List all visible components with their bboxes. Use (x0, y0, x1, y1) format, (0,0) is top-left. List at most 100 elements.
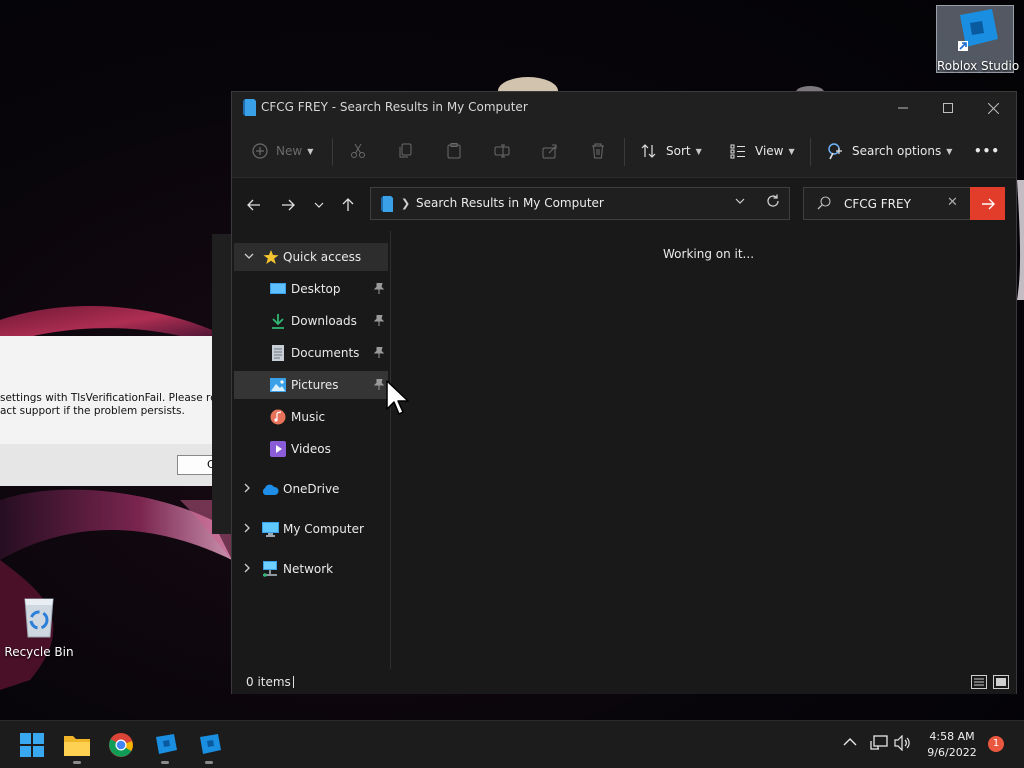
more-options-button[interactable]: ••• (974, 136, 1000, 166)
speaker-icon (894, 734, 910, 752)
show-hidden-icons-button[interactable] (843, 735, 857, 751)
network-tray-button[interactable] (870, 735, 888, 755)
view-label: View (755, 144, 784, 158)
sidebar-item-downloads[interactable]: Downloads (234, 307, 388, 335)
close-icon (987, 102, 999, 114)
start-button[interactable] (18, 731, 46, 759)
background-error-dialog: settings with TlsVerificationFail. Pleas… (0, 336, 222, 486)
back-button[interactable] (242, 193, 266, 217)
rename-button[interactable] (494, 136, 510, 166)
chevron-right-icon[interactable] (244, 563, 250, 576)
copy-button[interactable] (398, 136, 414, 166)
arrow-right-icon (282, 199, 295, 211)
chevron-down-icon (314, 202, 324, 208)
sidebar-label-downloads: Downloads (291, 314, 357, 328)
sidebar-item-network[interactable]: Network (234, 555, 388, 583)
sidebar-item-desktop[interactable]: Desktop (234, 275, 388, 303)
share-button[interactable] (542, 136, 558, 166)
search-results-icon (381, 196, 393, 215)
taskbar-chrome[interactable] (107, 731, 135, 759)
navigation-bar: ❯ Search Results in My Computer ✕ (232, 179, 1016, 229)
sidebar-label-videos: Videos (291, 442, 331, 456)
command-bar: New ▼ Sort ▼ View ▼ Search options ▼ ••• (232, 124, 1016, 178)
sidebar-label-documents: Documents (291, 346, 360, 360)
sort-button[interactable]: Sort ▼ (641, 136, 702, 166)
sidebar-label-my-computer: My Computer (283, 522, 364, 536)
up-button[interactable] (336, 193, 360, 217)
delete-button[interactable] (590, 136, 606, 166)
chevron-down-icon[interactable] (244, 252, 254, 262)
cut-button[interactable] (350, 136, 366, 166)
scissors-icon (351, 143, 365, 158)
paste-button[interactable] (446, 136, 462, 166)
title-bar[interactable]: CFCG FREY - Search Results in My Compute… (232, 92, 1016, 124)
mouse-pointer-icon (386, 380, 412, 421)
sidebar-item-quick-access[interactable]: Quick access (234, 243, 388, 271)
pictures-icon (269, 376, 287, 394)
chrome-icon (109, 733, 133, 757)
taskbar-file-explorer[interactable] (63, 731, 91, 764)
details-view-icon[interactable] (971, 675, 987, 689)
clock-time: 4:58 AM (929, 730, 975, 743)
new-button[interactable]: New ▼ (252, 136, 313, 166)
recycle-bin-desktop-icon[interactable]: Recycle Bin (2, 595, 76, 659)
recycle-bin-icon (24, 598, 54, 638)
network-monitor-icon (870, 735, 888, 750)
sidebar-label-pictures: Pictures (291, 378, 339, 392)
toolbar-separator (810, 138, 811, 166)
taskbar-roblox-studio-2[interactable] (195, 731, 223, 764)
refresh-icon[interactable] (766, 194, 780, 212)
sidebar-item-pictures[interactable]: Pictures (234, 371, 388, 399)
computer-monitor-icon (261, 520, 279, 538)
maximize-button[interactable] (925, 92, 971, 124)
chevron-right-icon[interactable] (244, 523, 250, 536)
roblox-studio-desktop-icon[interactable]: Roblox Studio (936, 5, 1019, 73)
windows-logo-icon (20, 733, 44, 757)
document-icon (269, 344, 287, 362)
address-bar[interactable]: ❯ Search Results in My Computer (370, 187, 790, 220)
minimize-button[interactable] (880, 92, 926, 124)
error-dialog-button[interactable]: C (177, 455, 217, 475)
file-list-area[interactable]: Working on it... (391, 231, 1016, 669)
pin-icon (373, 378, 385, 393)
view-list-icon (730, 144, 745, 159)
pin-icon (373, 282, 385, 297)
taskbar: 4:58 AM 9/6/2022 1 (0, 720, 1024, 768)
window-title: CFCG FREY - Search Results in My Compute… (261, 100, 528, 114)
sidebar-item-music[interactable]: Music (234, 403, 388, 431)
sidebar-label-desktop: Desktop (291, 282, 341, 296)
search-box[interactable]: ✕ (803, 187, 1005, 220)
system-clock[interactable]: 4:58 AM 9/6/2022 (922, 729, 982, 761)
search-options-icon (828, 143, 842, 160)
sidebar-item-onedrive[interactable]: OneDrive (234, 475, 388, 503)
taskbar-roblox-studio-1[interactable] (151, 731, 179, 764)
breadcrumb-chevron-icon: ❯ (401, 197, 411, 210)
search-input[interactable] (844, 195, 944, 213)
toolbar-separator (624, 138, 625, 166)
breadcrumb-path[interactable]: Search Results in My Computer (416, 196, 604, 210)
address-dropdown-icon[interactable] (735, 196, 745, 207)
loading-status: Working on it... (663, 247, 755, 261)
more-options-icon: ••• (974, 144, 1001, 158)
close-button[interactable] (970, 92, 1016, 124)
forward-button[interactable] (276, 193, 300, 217)
sidebar-label-quick-access: Quick access (283, 250, 362, 264)
sidebar-label-network: Network (283, 562, 334, 576)
sidebar-item-documents[interactable]: Documents (234, 339, 388, 367)
sidebar-item-my-computer[interactable]: My Computer (234, 515, 388, 543)
roblox-studio-icon (200, 734, 221, 754)
volume-tray-button[interactable] (894, 734, 912, 755)
search-options-label: Search options (852, 144, 942, 158)
view-button[interactable]: View ▼ (730, 136, 795, 166)
notification-badge[interactable]: 1 (988, 736, 1004, 752)
search-options-button[interactable]: Search options ▼ (827, 136, 952, 166)
background-window-edge (212, 234, 232, 534)
tiles-view-icon[interactable] (993, 675, 1009, 689)
sidebar-item-videos[interactable]: Videos (234, 435, 388, 463)
clear-search-icon[interactable]: ✕ (947, 195, 958, 210)
new-label: New (276, 144, 303, 158)
recent-locations-button[interactable] (307, 193, 331, 217)
search-go-button[interactable] (970, 187, 1005, 220)
chevron-right-icon[interactable] (244, 483, 250, 496)
new-chevron-icon: ▼ (307, 146, 314, 156)
